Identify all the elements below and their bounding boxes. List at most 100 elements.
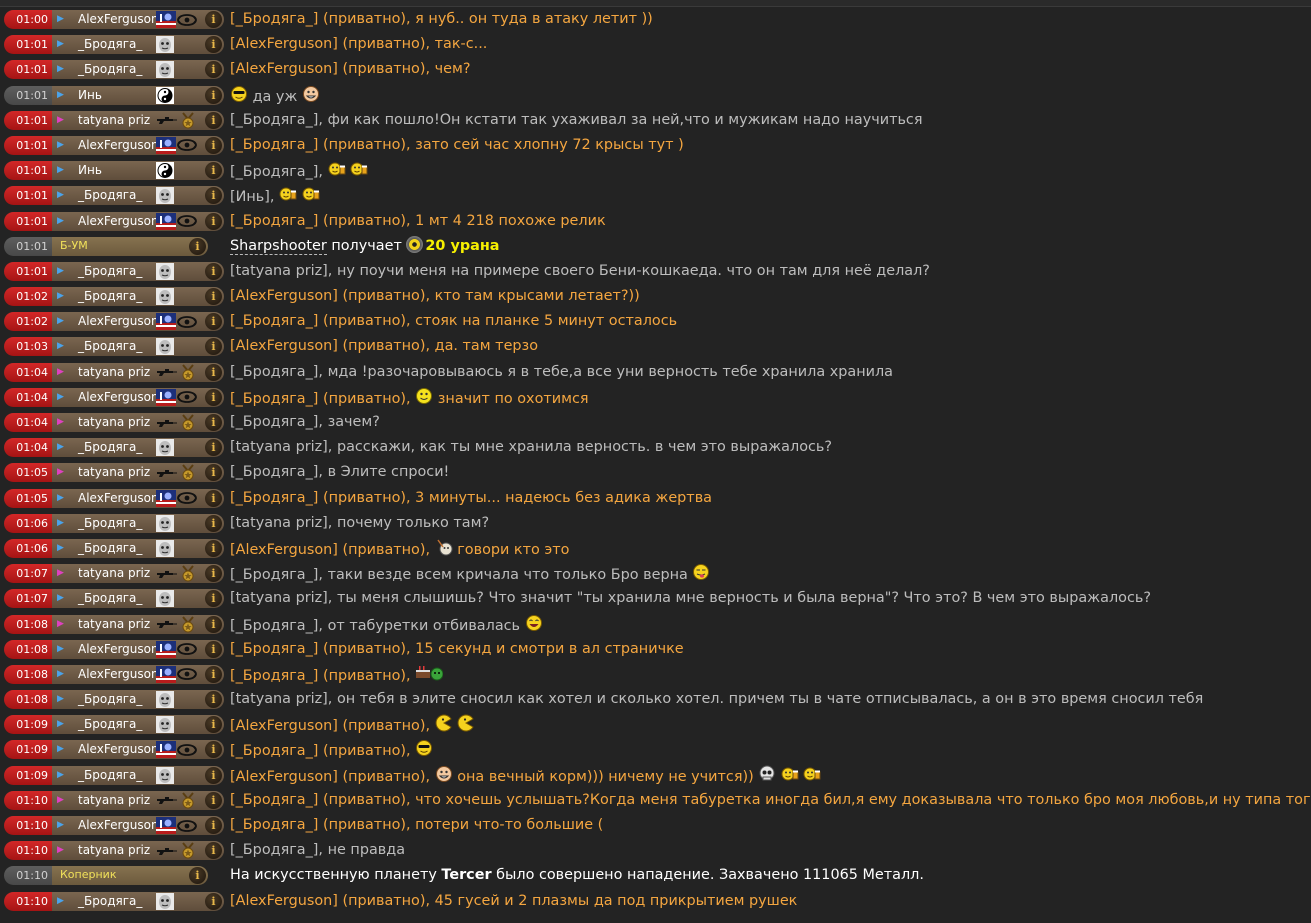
nick-name[interactable]: Инь [78, 86, 102, 104]
info-icon[interactable]: i [205, 86, 222, 104]
info-icon[interactable]: i [205, 162, 222, 180]
nick-plate[interactable]: ▶ tatyana priz i [52, 362, 224, 382]
nick-plate[interactable]: ▶ AlexFerguson i [52, 211, 224, 231]
play-arrow-icon[interactable]: ▶ [57, 337, 64, 356]
play-arrow-icon[interactable]: ▶ [57, 564, 64, 583]
play-arrow-icon[interactable]: ▶ [57, 841, 64, 860]
nick-name[interactable]: _Бродяга_ [78, 539, 142, 557]
message-time[interactable]: 01:01 [4, 60, 52, 80]
nick-plate[interactable]: ▶ _Бродяга_ i [52, 438, 224, 458]
play-arrow-icon[interactable]: ▶ [57, 161, 64, 180]
message-time[interactable]: 01:09 [4, 715, 52, 735]
nick-plate[interactable]: ▶ _Бродяга_ i [52, 891, 224, 911]
recipient-link[interactable]: [AlexFerguson] [230, 718, 338, 734]
nick-name[interactable]: AlexFerguson [78, 740, 159, 758]
message-time[interactable]: 01:02 [4, 312, 52, 332]
play-arrow-icon[interactable]: ▶ [57, 489, 64, 508]
nick-name[interactable]: tatyana priz [78, 463, 150, 481]
info-icon[interactable]: i [205, 61, 222, 79]
recipient-link[interactable]: [_Бродяга_] [230, 11, 318, 27]
nick-name[interactable]: AlexFerguson [78, 312, 159, 330]
nick-name[interactable]: _Бродяга_ [78, 766, 142, 784]
recipient-link[interactable]: [AlexFerguson] [230, 61, 338, 77]
nick-plate[interactable]: ▶ AlexFerguson i [52, 135, 224, 155]
recipient-link[interactable]: [tatyana priz] [230, 691, 328, 707]
recipient-link[interactable]: [AlexFerguson] [230, 542, 338, 558]
info-icon[interactable]: i [205, 388, 222, 406]
recipient-link[interactable]: [_Бродяга_] [230, 112, 318, 128]
recipient-link[interactable]: [_Бродяга_] [230, 792, 318, 808]
message-time[interactable]: 01:01 [4, 110, 52, 130]
recipient-link[interactable]: [_Бродяга_] [230, 137, 318, 153]
nick-name[interactable]: tatyana priz [78, 791, 150, 809]
recipient-link[interactable]: [_Бродяга_] [230, 668, 318, 684]
play-arrow-icon[interactable]: ▶ [57, 791, 64, 810]
message-time[interactable]: 01:01 [4, 236, 52, 256]
nick-name[interactable]: _Бродяга_ [78, 337, 142, 355]
info-icon[interactable]: i [205, 489, 222, 507]
info-icon[interactable]: i [205, 817, 222, 834]
nick-name[interactable]: Коперник [60, 866, 116, 884]
nick-name[interactable]: _Бродяга_ [78, 35, 142, 53]
message-time[interactable]: 01:06 [4, 513, 52, 533]
play-arrow-icon[interactable]: ▶ [57, 287, 64, 306]
recipient-link[interactable]: [_Бродяга_] [230, 414, 318, 430]
message-time[interactable]: 01:04 [4, 438, 52, 458]
info-icon[interactable]: i [205, 590, 222, 608]
nick-name[interactable]: AlexFerguson [78, 816, 159, 834]
info-icon[interactable]: i [205, 514, 222, 532]
nick-name[interactable]: tatyana priz [78, 363, 150, 381]
recipient-link[interactable]: [_Бродяга_] [230, 618, 318, 634]
nick-name[interactable]: _Бродяга_ [78, 186, 142, 204]
nick-plate[interactable]: Б-УМ i [52, 236, 208, 256]
nick-plate[interactable]: ▶ _Бродяга_ i [52, 589, 224, 609]
nick-plate[interactable]: ▶ _Бродяга_ i [52, 690, 224, 710]
recipient-link[interactable]: [_Бродяга_] [230, 364, 318, 380]
message-time[interactable]: 01:08 [4, 614, 52, 634]
nick-plate[interactable]: ▶ tatyana priz i [52, 564, 224, 584]
message-time[interactable]: 01:04 [4, 387, 52, 407]
nick-name[interactable]: AlexFerguson [78, 388, 159, 406]
recipient-link[interactable]: [_Бродяга_] [230, 743, 318, 759]
nick-plate[interactable]: ▶ tatyana priz i [52, 790, 224, 810]
nick-plate[interactable]: ▶ AlexFerguson i [52, 740, 224, 760]
nick-name[interactable]: _Бродяга_ [78, 262, 142, 280]
nick-name[interactable]: tatyana priz [78, 841, 150, 859]
nick-plate[interactable]: ▶ tatyana priz i [52, 463, 224, 483]
recipient-link[interactable]: [_Бродяга_] [230, 817, 318, 833]
nick-plate[interactable]: ▶ Инь i [52, 85, 224, 105]
info-icon[interactable]: i [205, 565, 222, 583]
info-icon[interactable]: i [205, 791, 222, 809]
nick-plate[interactable]: ▶ _Бродяга_ i [52, 765, 224, 785]
info-icon[interactable]: i [205, 313, 222, 331]
recipient-link[interactable]: [_Бродяга_] [230, 567, 318, 583]
info-icon[interactable]: i [205, 111, 222, 129]
recipient-link[interactable]: [AlexFerguson] [230, 36, 338, 52]
nick-name[interactable]: Инь [78, 161, 102, 179]
nick-name[interactable]: _Бродяга_ [78, 438, 142, 456]
nick-name[interactable]: tatyana priz [78, 413, 150, 431]
message-time[interactable]: 01:08 [4, 639, 52, 659]
info-icon[interactable]: i [205, 539, 222, 557]
nick-plate[interactable]: ▶ tatyana priz i [52, 614, 224, 634]
nick-name[interactable]: AlexFerguson [78, 640, 159, 658]
message-time[interactable]: 01:10 [4, 891, 52, 911]
message-time[interactable]: 01:03 [4, 337, 52, 357]
info-icon[interactable]: i [205, 288, 222, 306]
message-time[interactable]: 01:05 [4, 463, 52, 483]
nick-plate[interactable]: ▶ AlexFerguson i [52, 488, 224, 508]
info-icon[interactable]: i [205, 615, 222, 633]
message-time[interactable]: 01:06 [4, 538, 52, 558]
play-arrow-icon[interactable]: ▶ [57, 539, 64, 558]
recipient-link[interactable]: [AlexFerguson] [230, 338, 338, 354]
nick-plate[interactable]: ▶ _Бродяга_ i [52, 261, 224, 281]
info-icon[interactable]: i [205, 363, 222, 381]
nick-plate[interactable]: ▶ tatyana priz i [52, 413, 224, 432]
nick-plate[interactable]: ▶ AlexFerguson i [52, 387, 224, 407]
recipient-link[interactable]: [tatyana priz] [230, 263, 328, 279]
message-time[interactable]: 01:00 [4, 10, 52, 29]
recipient-link[interactable]: [tatyana priz] [230, 439, 328, 455]
info-icon[interactable]: i [205, 640, 222, 658]
play-arrow-icon[interactable]: ▶ [57, 640, 64, 659]
nick-plate[interactable]: ▶ AlexFerguson i [52, 664, 224, 684]
